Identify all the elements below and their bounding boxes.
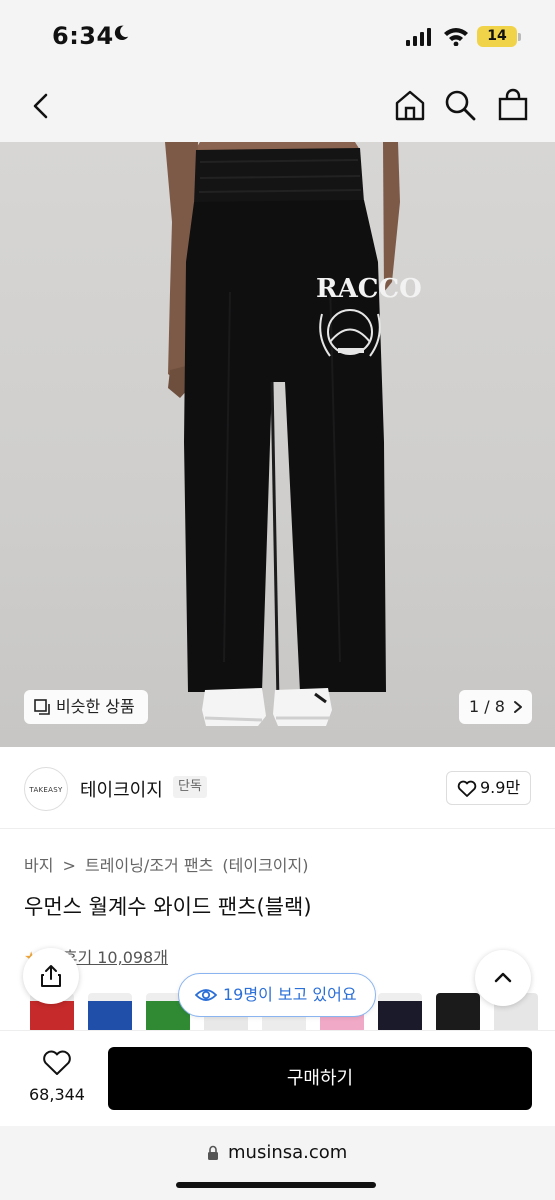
breadcrumb-separator: > bbox=[62, 856, 76, 875]
product-title: 우먼스 월계수 와이드 팬츠(블랙) bbox=[24, 895, 312, 919]
eye-icon bbox=[195, 989, 217, 1001]
top-nav bbox=[0, 70, 555, 142]
url-text[interactable]: musinsa.com bbox=[228, 1142, 347, 1163]
viewers-badge: 19명이 보고 있어요 bbox=[178, 973, 376, 1017]
lock-icon bbox=[208, 1145, 218, 1160]
battery-tip bbox=[518, 33, 521, 41]
reviews-link[interactable]: 후기 10,098개 bbox=[63, 948, 168, 967]
thumbnail[interactable] bbox=[88, 993, 132, 1030]
chevron-right-icon bbox=[514, 701, 522, 713]
share-button[interactable] bbox=[23, 948, 79, 1004]
battery-icon: 14 bbox=[477, 26, 517, 47]
wishlist-count: 68,344 bbox=[29, 1085, 85, 1104]
product-gallery[interactable]: RACCO 비슷한 상품 1 / 8 bbox=[0, 142, 555, 747]
image-counter-text: 1 / 8 bbox=[469, 697, 505, 716]
home-icon[interactable] bbox=[393, 88, 427, 122]
search-icon[interactable] bbox=[443, 88, 477, 122]
brand-like-count: 9.9만 bbox=[480, 778, 521, 797]
thumbnail[interactable] bbox=[378, 993, 422, 1030]
buy-button[interactable]: 구매하기 bbox=[108, 1047, 532, 1110]
breadcrumb: 바지 > 트레이닝/조거 팬츠 (테이크이지) bbox=[24, 852, 312, 876]
browser-url-bar: musinsa.com bbox=[0, 1126, 555, 1200]
purchase-bar: 68,344 구매하기 bbox=[0, 1030, 555, 1126]
product-image: RACCO bbox=[165, 142, 422, 726]
similar-products-button[interactable]: 비슷한 상품 bbox=[24, 690, 148, 724]
scroll-top-button[interactable] bbox=[475, 950, 531, 1006]
breadcrumb-item[interactable]: (테이크이지) bbox=[222, 856, 308, 875]
brand-row: TAKEASY 테이크이지 단독 9.9만 bbox=[0, 747, 555, 829]
wifi-icon bbox=[444, 28, 468, 46]
share-icon bbox=[41, 965, 61, 987]
viewers-text: 19명이 보고 있어요 bbox=[223, 985, 357, 1004]
image-counter[interactable]: 1 / 8 bbox=[459, 690, 532, 724]
heart-icon bbox=[43, 1050, 71, 1075]
breadcrumb-item[interactable]: 바지 bbox=[24, 856, 53, 875]
heart-icon bbox=[457, 780, 477, 797]
brand-like-button[interactable]: 9.9만 bbox=[446, 771, 531, 805]
status-time: 6:34 bbox=[52, 22, 114, 50]
wishlist-button[interactable]: 68,344 bbox=[24, 1049, 90, 1104]
moon-icon bbox=[114, 25, 129, 41]
back-icon[interactable] bbox=[26, 89, 60, 123]
breadcrumb-item[interactable]: 트레이닝/조거 팬츠 bbox=[85, 856, 213, 875]
brand-logo[interactable]: TAKEASY bbox=[24, 767, 68, 811]
bag-icon[interactable] bbox=[496, 88, 530, 122]
pants-print-text: RACCO bbox=[316, 274, 422, 304]
chevron-up-icon bbox=[494, 972, 512, 983]
brand-name[interactable]: 테이크이지 bbox=[80, 776, 163, 802]
status-bar: 6:34 14 bbox=[0, 0, 555, 70]
exclusive-badge: 단독 bbox=[173, 776, 207, 798]
similar-icon bbox=[34, 699, 50, 715]
signal-icon bbox=[406, 28, 431, 46]
home-indicator[interactable] bbox=[176, 1182, 376, 1188]
thumbnail[interactable] bbox=[436, 993, 480, 1030]
similar-products-label: 비슷한 상품 bbox=[56, 697, 135, 716]
